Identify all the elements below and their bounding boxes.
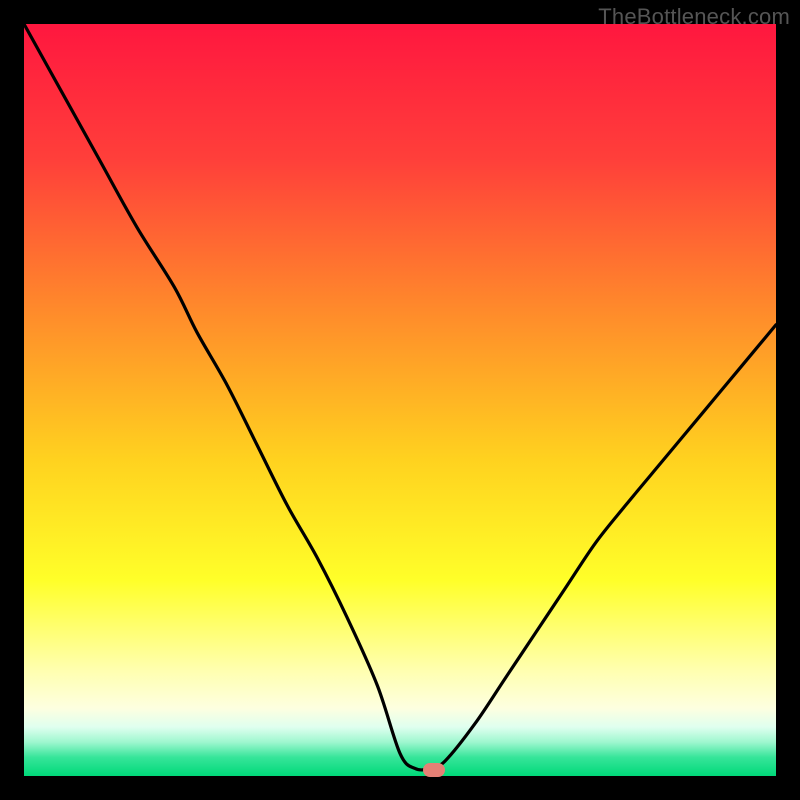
plot-svg (24, 24, 776, 776)
plot-area (24, 24, 776, 776)
optimal-marker (423, 763, 445, 777)
gradient-rect (24, 24, 776, 776)
chart-frame: TheBottleneck.com (0, 0, 800, 800)
